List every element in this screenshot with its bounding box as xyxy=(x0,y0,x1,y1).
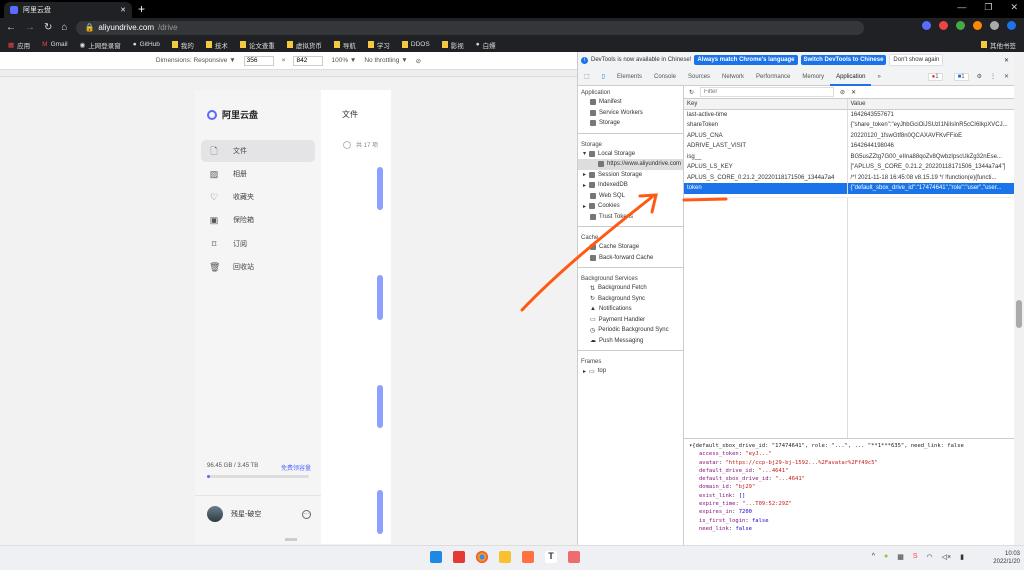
clock[interactable]: 10:03 2022/1/20 xyxy=(993,550,1020,566)
tray-app-icon[interactable]: S xyxy=(913,553,918,561)
app-icon[interactable] xyxy=(522,551,534,563)
chevron-up-icon[interactable]: ^ xyxy=(872,553,875,561)
annotation-arrow xyxy=(520,195,654,312)
tray-app-icon[interactable]: ▦ xyxy=(897,553,904,561)
start-icon[interactable] xyxy=(430,551,442,563)
taskbar: T ^ ● ▦ S ◠ ◁× ▮ 10:03 2022/1/20 xyxy=(0,545,1024,570)
app-icon[interactable] xyxy=(453,551,465,563)
system-tray: ^ ● ▦ S ◠ ◁× ▮ xyxy=(872,553,964,561)
typora-icon[interactable]: T xyxy=(545,551,557,563)
tray-app-icon[interactable]: ● xyxy=(884,553,888,561)
wifi-icon[interactable]: ◠ xyxy=(927,553,933,561)
file-explorer-icon[interactable] xyxy=(499,551,511,563)
volume-icon[interactable]: ◁× xyxy=(942,553,951,561)
snipping-tool-icon[interactable] xyxy=(568,551,580,563)
annotation-underline xyxy=(682,197,728,202)
battery-icon[interactable]: ▮ xyxy=(960,553,964,561)
annotation-overlay xyxy=(520,193,728,312)
chrome-icon[interactable] xyxy=(476,551,488,563)
